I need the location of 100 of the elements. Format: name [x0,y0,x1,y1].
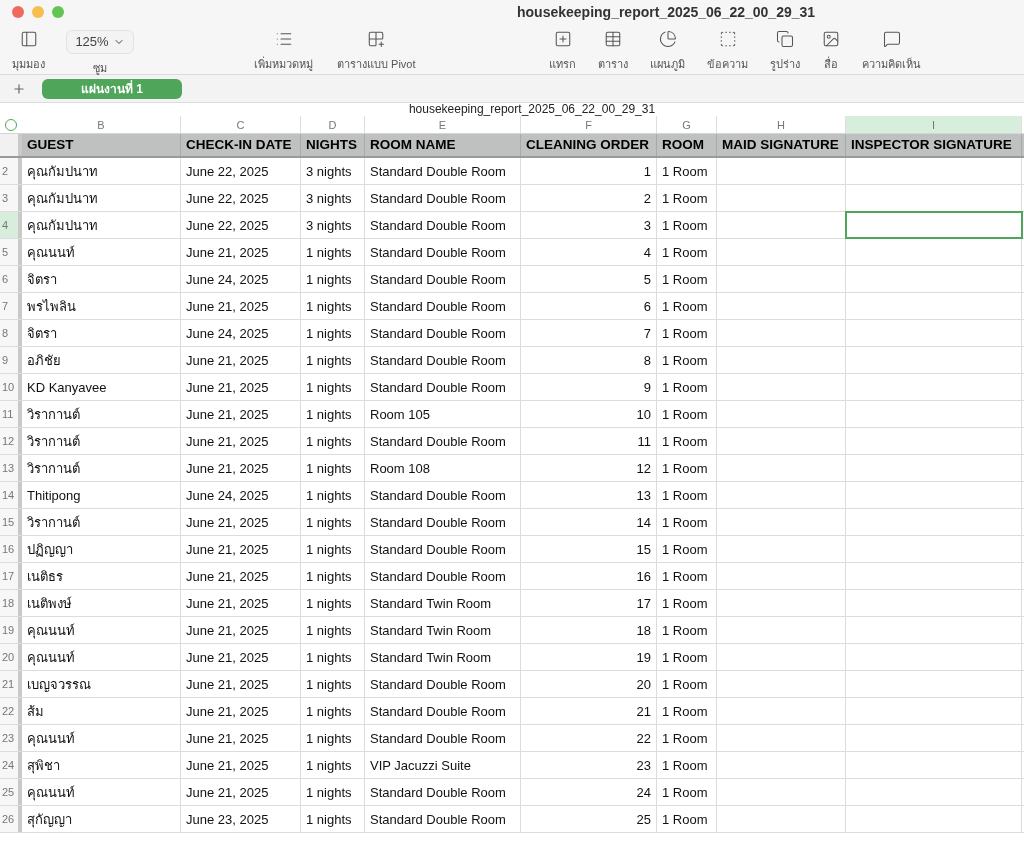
minimize-button[interactable] [32,6,44,18]
table-cell: June 21, 2025 [181,617,301,643]
table-cell: 1 Room [657,590,717,616]
select-table-handle[interactable] [5,118,17,131]
table-cell: June 21, 2025 [181,293,301,319]
row-number[interactable]: 11 [0,401,22,427]
row-number[interactable]: 19 [0,617,22,643]
toolbar-button[interactable]: สื่อ [818,30,844,73]
table-cell: June 21, 2025 [181,536,301,562]
table-cell: 1 nights [301,482,365,508]
table-cell: คุณนนท์ [22,239,181,265]
row-number[interactable]: 13 [0,455,22,481]
table-cell: 1 Room [657,482,717,508]
row-number[interactable]: 26 [0,806,22,832]
table-cell: Standard Double Room [365,698,521,724]
table-cell: Standard Double Room [365,509,521,535]
table-cell: 1 nights [301,455,365,481]
row-number[interactable]: 23 [0,725,22,751]
toolbar-button[interactable]: ตารางแบบ Pivot [333,30,420,73]
row-number[interactable]: 4 [0,212,22,238]
table-cell: 1 nights [301,698,365,724]
table-cell: Room 108 [365,455,521,481]
table-cell: June 21, 2025 [181,698,301,724]
table-cell: คุณกัมปนาท [22,158,181,184]
row-number[interactable]: 24 [0,752,22,778]
table-cell: Standard Double Room [365,428,521,454]
row-number[interactable]: 22 [0,698,22,724]
toolbar-button[interactable]: แผนภูมิ [646,30,689,73]
add-sheet-icon[interactable] [12,81,26,96]
table-cell: 1 Room [657,671,717,697]
table-cell: 1 Room [657,266,717,292]
row-number[interactable]: 20 [0,644,22,670]
table-cell: 1 [521,158,657,184]
table-cell: 1 Room [657,509,717,535]
table-cell: วิรากานต์ [22,401,181,427]
table-cell: Room 105 [365,401,521,427]
row-number[interactable]: 5 [0,239,22,265]
table-cell: อภิชัย [22,347,181,373]
row-number[interactable]: 18 [0,590,22,616]
table-cell: June 21, 2025 [181,239,301,265]
row-number[interactable]: 7 [0,293,22,319]
table-cell: June 21, 2025 [181,644,301,670]
row-number[interactable]: 12 [0,428,22,454]
row-number[interactable]: 2 [0,158,22,184]
row-number[interactable]: 16 [0,536,22,562]
row-number[interactable]: 15 [0,509,22,535]
table-cell: วิรากานต์ [22,509,181,535]
row-number[interactable]: 25 [0,779,22,805]
row-number[interactable]: 9 [0,347,22,373]
row-number[interactable]: 8 [0,320,22,346]
selected-cell[interactable] [846,212,1022,238]
table-cell: 1 Room [657,563,717,589]
table-cell: Standard Twin Room [365,617,521,643]
table-cell: June 24, 2025 [181,482,301,508]
table-cell: June 21, 2025 [181,428,301,454]
plus-square-icon [553,30,572,48]
table-cell: 1 nights [301,347,365,373]
toolbar-button[interactable]: รูปร่าง [766,30,804,73]
list-icon [274,30,293,48]
table-cell: 1 nights [301,293,365,319]
toolbar-button[interactable]: ตาราง [594,30,632,73]
header-cell: CLEANING ORDER [521,134,657,156]
header-cell: ROOM NAME [365,134,521,156]
header-cell: INSPECTOR SIGNATURE [846,134,1022,156]
table-cell: จิตรา [22,266,181,292]
sheet-tab[interactable]: แผ่นงานที่ 1 [42,78,182,99]
table-cell: 3 nights [301,212,365,238]
toolbar-button[interactable]: เพิ่มหมวดหมู่ [250,30,317,73]
close-button[interactable] [12,6,24,18]
table-cell: Standard Double Room [365,320,521,346]
maximize-button[interactable] [52,6,64,18]
table-cell: 1 Room [657,293,717,319]
row-number[interactable]: 14 [0,482,22,508]
table-cell: June 21, 2025 [181,374,301,400]
toolbar-button[interactable]: มุมมอง [8,30,49,73]
header-cell: CHECK-IN DATE [181,134,301,156]
table-cell: 13 [521,482,657,508]
toolbar-button[interactable]: ข้อความ [703,30,752,73]
column-header[interactable]: I [846,116,1022,133]
table-cell: 1 nights [301,428,365,454]
row-number[interactable]: 17 [0,563,22,589]
toolbar-button[interactable]: ความคิดเห็น [858,30,925,73]
table-cell: คุณนนท์ [22,617,181,643]
toolbar-button[interactable]: แทรก [545,30,580,73]
table-cell: 1 nights [301,590,365,616]
row-number[interactable]: 10 [0,374,22,400]
table-cell: 1 nights [301,644,365,670]
row-number[interactable]: 6 [0,266,22,292]
zoom-dropdown[interactable]: 125% [66,30,134,54]
row-number[interactable]: 21 [0,671,22,697]
table-cell: 1 nights [301,563,365,589]
table-cell: 1 Room [657,374,717,400]
table-cell: 1 Room [657,212,717,238]
row-number[interactable]: 3 [0,185,22,211]
table-cell: วิรากานต์ [22,428,181,454]
table-cell: 1 nights [301,320,365,346]
table-cell: June 21, 2025 [181,590,301,616]
table-cell: 1 nights [301,536,365,562]
table-cell: 1 Room [657,185,717,211]
table-cell: เนติธร [22,563,181,589]
